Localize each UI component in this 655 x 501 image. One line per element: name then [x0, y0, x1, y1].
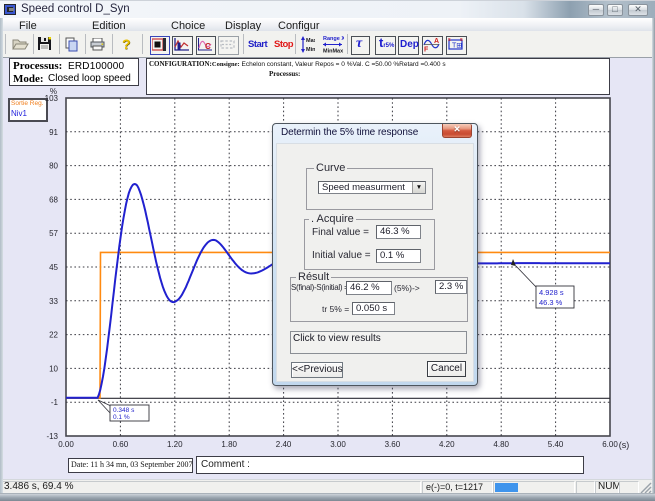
svg-text:103: 103 [45, 94, 59, 103]
svg-text:-13: -13 [46, 432, 58, 441]
svg-text:10: 10 [49, 364, 58, 373]
svg-text:4.80: 4.80 [493, 440, 509, 449]
svg-text:91: 91 [49, 128, 58, 137]
svg-text:3.00: 3.00 [330, 440, 346, 449]
svg-text:6.00: 6.00 [602, 440, 618, 449]
svg-text:-1: -1 [51, 398, 59, 407]
svg-text:4.20: 4.20 [439, 440, 455, 449]
svg-text:68: 68 [49, 195, 58, 204]
svg-text:(s): (s) [619, 440, 630, 450]
svg-text:0.348 s: 0.348 s [113, 407, 135, 414]
svg-text:2.40: 2.40 [276, 440, 292, 449]
svg-text:1.20: 1.20 [167, 440, 183, 449]
svg-text:57: 57 [49, 229, 58, 238]
svg-text:22: 22 [49, 331, 58, 340]
svg-text:46.3 %: 46.3 % [539, 298, 563, 307]
svg-text:5.40: 5.40 [548, 440, 564, 449]
svg-text:3.60: 3.60 [385, 440, 401, 449]
svg-text:45: 45 [49, 263, 58, 272]
svg-text:80: 80 [49, 162, 58, 171]
svg-text:0.60: 0.60 [113, 440, 129, 449]
svg-text:0.00: 0.00 [58, 440, 74, 449]
svg-text:1.80: 1.80 [221, 440, 237, 449]
svg-text:4.928 s: 4.928 s [539, 288, 564, 297]
svg-text:0.1 %: 0.1 % [113, 414, 130, 421]
svg-text:33: 33 [49, 297, 58, 306]
